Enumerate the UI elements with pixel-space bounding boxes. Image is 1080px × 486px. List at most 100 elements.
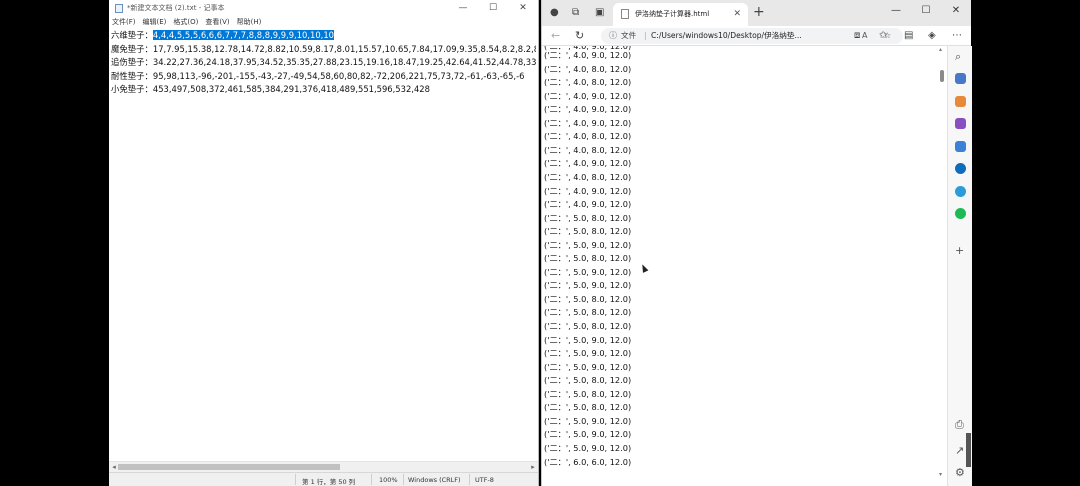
notepad-icon xyxy=(115,3,123,13)
maximize-button[interactable]: ☐ xyxy=(478,0,508,16)
menu-edit[interactable]: 编辑(E) xyxy=(143,16,167,28)
spotify-icon[interactable] xyxy=(955,208,966,219)
maximize-button[interactable]: ☐ xyxy=(911,0,941,26)
output-line: ('二：', 5.0, 9.0, 12.0) xyxy=(544,415,632,426)
add-icon[interactable]: + xyxy=(955,244,964,257)
browser-toolbar: ← ↻ ⓘ 文件 | C:/Users/windows10/Desktop/伊洛… xyxy=(542,26,971,46)
output-line: ('二：', 5.0, 9.0, 12.0) xyxy=(544,429,632,440)
line-label: 耐性垫子： xyxy=(111,70,153,81)
menu-format[interactable]: 格式(O) xyxy=(173,16,198,28)
output-line: ('二：', 5.0, 8.0, 12.0) xyxy=(544,212,632,223)
text-line: 小免垫子：453,497,508,372,461,585,384,291,376… xyxy=(111,83,536,97)
output-line: ('二：', 4.0, 8.0, 12.0) xyxy=(544,77,632,88)
notepad-window-controls: — ☐ ✕ xyxy=(448,0,538,16)
status-line-ending: Windows (CRLF) xyxy=(408,476,461,484)
scrollbar-thumb[interactable] xyxy=(118,464,340,470)
notepad-editor[interactable]: 六维垫子：4,4,4,5,5,5,6,6,6,7,7,7,8,8,8,9,9,9… xyxy=(111,29,536,97)
tab-actions-icon[interactable]: ▣ xyxy=(595,7,604,18)
output-line: ('二：', 4.0, 8.0, 12.0) xyxy=(544,131,632,142)
tab-calculator[interactable]: 伊洛纳垫子计算器.html ✕ xyxy=(613,3,748,26)
browser-window: ● ⧉ ▣ 伊洛纳垫子计算器.html ✕ + — ☐ ✕ ← ↻ ⓘ 文件 |… xyxy=(541,0,972,486)
tag-icon[interactable] xyxy=(955,73,966,84)
window-edge-handle xyxy=(966,433,971,467)
favorites-icon[interactable]: ✩ xyxy=(879,30,887,41)
external-link-icon[interactable]: ↗ xyxy=(955,444,964,457)
telegram-icon[interactable] xyxy=(955,185,966,197)
screenshot-icon[interactable]: ⎙ xyxy=(955,418,964,432)
menu-help[interactable]: 帮助(H) xyxy=(237,16,262,28)
new-tab-button[interactable]: + xyxy=(753,4,765,20)
notepad-titlebar: *新建文本文档 (2).txt - 记事本 — ☐ ✕ xyxy=(109,0,538,16)
line-values: 17,7.95,15.38,12.78,14.72,8.82,10.59,8.1… xyxy=(152,43,536,54)
minimize-button[interactable]: — xyxy=(448,0,478,16)
address-url: C:/Users/windows10/Desktop/伊洛纳垫... xyxy=(651,31,802,40)
browser-window-controls: — ☐ ✕ xyxy=(881,0,971,26)
back-icon[interactable]: ← xyxy=(551,29,560,42)
status-encoding: UTF-8 xyxy=(475,476,494,484)
collections-icon[interactable]: ▤ xyxy=(904,30,913,41)
edge-sidebar: ⌕ + ⎙ ↗ ⚙ xyxy=(947,46,972,486)
address-scheme-label: 文件 xyxy=(621,31,637,40)
scroll-right-icon[interactable]: ▸ xyxy=(528,462,538,472)
info-icon[interactable]: ⓘ xyxy=(609,28,617,44)
output-line: ('二：', 5.0, 8.0, 12.0) xyxy=(544,253,632,264)
line-values: 34.22,27.36,24.18,37.95,34.52,35.35,27.8… xyxy=(152,57,536,68)
line-values: 95,98,113,-96,-201,-155,-43,-27,-49,54,5… xyxy=(152,70,525,81)
split-screen-icon[interactable]: ⧈ xyxy=(854,30,860,41)
text-line: 六维垫子：4,4,4,5,5,5,6,6,6,7,7,7,8,8,8,9,9,9… xyxy=(111,29,536,43)
output-line: ('二：', 5.0, 9.0, 12.0) xyxy=(544,280,632,291)
more-menu-icon[interactable]: ⋯ xyxy=(952,30,962,41)
output-line: ('二：', 5.0, 8.0, 12.0) xyxy=(544,293,632,304)
notepad-title: *新建文本文档 (2).txt - 记事本 xyxy=(127,4,225,12)
close-button[interactable]: ✕ xyxy=(508,0,538,16)
scroll-down-icon[interactable]: ▾ xyxy=(939,471,942,478)
page-output: ('二：', 4.0, 9.0, 12.0) ('二：', 4.0, 9.0, 1… xyxy=(542,46,942,486)
refresh-icon[interactable]: ↻ xyxy=(575,29,584,42)
output-line: ('二：', 5.0, 8.0, 12.0) xyxy=(544,402,632,413)
workspaces-icon[interactable]: ⧉ xyxy=(572,7,579,18)
output-line: ('二：', 5.0, 9.0, 12.0) xyxy=(544,239,632,250)
page-vertical-scrollbar[interactable]: ▴ ▾ xyxy=(939,46,947,486)
scroll-up-icon[interactable]: ▴ xyxy=(939,46,942,53)
profile-icon[interactable]: ● xyxy=(550,7,559,18)
close-tab-icon[interactable]: ✕ xyxy=(733,3,741,25)
minimize-button[interactable]: — xyxy=(881,0,911,26)
output-line: ('二：', 4.0, 9.0, 12.0) xyxy=(544,199,632,210)
status-zoom: 100% xyxy=(379,476,398,484)
line-label: 小免垫子： xyxy=(111,84,153,95)
settings-gear-icon[interactable]: ⚙ xyxy=(955,466,965,479)
output-line: ('二：', 4.0, 9.0, 12.0) xyxy=(544,90,632,101)
menu-file[interactable]: 文件(F) xyxy=(112,16,136,28)
file-icon xyxy=(621,9,629,19)
tab-title: 伊洛纳垫子计算器.html xyxy=(635,10,710,18)
line-values: 4,4,4,5,5,5,6,6,6,7,7,7,8,8,8,9,9,9,10,1… xyxy=(152,30,335,40)
close-button[interactable]: ✕ xyxy=(941,0,971,26)
menu-view[interactable]: 查看(V) xyxy=(205,16,229,28)
output-line: ('二：', 4.0, 8.0, 12.0) xyxy=(544,63,632,74)
scrollbar-thumb[interactable] xyxy=(940,70,944,82)
search-icon[interactable]: ⌕ xyxy=(955,50,961,64)
output-line: ('二：', 4.0, 8.0, 12.0) xyxy=(544,144,632,155)
output-line: ('二：', 4.0, 9.0, 12.0) xyxy=(544,185,632,196)
status-position: 第 1 行，第 50 列 xyxy=(302,478,356,486)
output-line: ('二：', 4.0, 8.0, 12.0) xyxy=(544,171,632,182)
notepad-horizontal-scrollbar[interactable]: ◂ ▸ xyxy=(109,461,538,472)
outlook-icon[interactable] xyxy=(955,163,966,174)
extensions-icon[interactable]: ◈ xyxy=(928,30,936,41)
line-label: 魔免垫子： xyxy=(111,43,153,54)
output-line: ('二：', 5.0, 8.0, 12.0) xyxy=(544,226,632,237)
line-label: 六维垫子： xyxy=(111,30,153,40)
output-line: ('二：', 5.0, 9.0, 12.0) xyxy=(544,348,632,359)
line-label: 追伤垫子： xyxy=(111,57,153,68)
output-line: ('二：', 5.0, 9.0, 12.0) xyxy=(544,334,632,345)
output-line: ('二：', 5.0, 8.0, 12.0) xyxy=(544,375,632,386)
read-aloud-icon[interactable]: A xyxy=(862,28,867,44)
text-line: 耐性垫子：95,98,113,-96,-201,-155,-43,-27,-49… xyxy=(111,70,536,84)
output-line: ('二：', 5.0, 8.0, 12.0) xyxy=(544,388,632,399)
line-values: 453,497,508,372,461,585,384,291,376,418,… xyxy=(152,84,430,95)
office-icon[interactable] xyxy=(955,140,966,152)
output-line: ('二：', 5.0, 9.0, 12.0) xyxy=(544,266,632,277)
games-icon[interactable] xyxy=(955,118,966,129)
shopping-icon[interactable] xyxy=(955,95,966,107)
output-line: ('二：', 4.0, 9.0, 12.0) xyxy=(544,50,632,60)
